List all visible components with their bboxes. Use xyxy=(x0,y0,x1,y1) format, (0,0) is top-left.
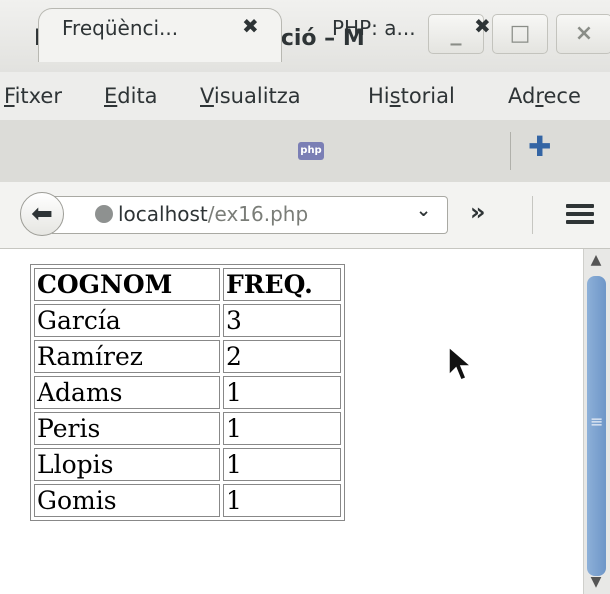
tab-frequencia-label: Freqüènci... xyxy=(62,16,179,40)
back-button[interactable]: ⬅ xyxy=(20,192,64,236)
cell-freq: 1 xyxy=(223,376,341,409)
tab-frequencia-close-icon[interactable]: ✖ xyxy=(242,14,259,38)
table-row: Peris 1 xyxy=(34,412,341,445)
cell-cognom: Ramírez xyxy=(34,340,220,373)
scroll-up-icon[interactable]: ▲ xyxy=(588,252,604,268)
toolbar-separator xyxy=(532,196,533,234)
url-path: /ex16.php xyxy=(207,202,309,226)
url-host: localhost xyxy=(118,202,208,226)
scrollbar-grip-icon: ≡ xyxy=(590,412,604,431)
url-dropdown-icon[interactable]: ⌄ xyxy=(416,200,431,221)
cell-freq: 3 xyxy=(223,304,341,337)
url-text[interactable]: localhost/ex16.php xyxy=(118,202,308,226)
cell-freq: 1 xyxy=(223,484,341,517)
cell-cognom: Adams xyxy=(34,376,220,409)
menu-adreces[interactable]: Adrece xyxy=(508,84,581,108)
tab-php-label[interactable]: PHP: a... xyxy=(332,16,416,40)
cell-cognom: Peris xyxy=(34,412,220,445)
header-cognom: COGNOM xyxy=(34,268,220,301)
frequency-table: COGNOM FREQ. García 3 Ramírez 2 Adams 1 … xyxy=(30,264,345,521)
menu-visualitza[interactable]: Visualitza xyxy=(200,84,301,108)
menu-edita[interactable]: Edita xyxy=(104,84,158,108)
table-row: Adams 1 xyxy=(34,376,341,409)
cell-cognom: Gomis xyxy=(34,484,220,517)
cell-freq: 2 xyxy=(223,340,341,373)
site-identity-icon[interactable] xyxy=(95,205,113,223)
cell-cognom: Llopis xyxy=(34,448,220,481)
header-freq: FREQ. xyxy=(223,268,341,301)
table-row: Llopis 1 xyxy=(34,448,341,481)
cell-freq: 1 xyxy=(223,448,341,481)
table-header-row: COGNOM FREQ. xyxy=(34,268,341,301)
menu-historial[interactable]: Historial xyxy=(368,84,455,108)
new-tab-button[interactable]: ✚ xyxy=(528,130,551,163)
tab-php-close-icon[interactable]: ✖ xyxy=(474,14,491,38)
cell-cognom: García xyxy=(34,304,220,337)
mouse-pointer-icon xyxy=(448,345,474,381)
scroll-down-icon[interactable]: ▼ xyxy=(588,574,604,590)
cell-freq: 1 xyxy=(223,412,341,445)
menu-fitxer[interactable]: Fitxer xyxy=(4,84,62,108)
table-row: Ramírez 2 xyxy=(34,340,341,373)
tab-separator xyxy=(510,132,511,170)
menu-hamburger-icon[interactable] xyxy=(566,204,594,224)
table-row: Gomis 1 xyxy=(34,484,341,517)
table-row: García 3 xyxy=(34,304,341,337)
maximize-button[interactable]: □ xyxy=(492,14,548,54)
toolbar-overflow-button[interactable]: » xyxy=(470,198,486,226)
close-window-button[interactable]: × xyxy=(556,14,610,54)
page-content: COGNOM FREQ. García 3 Ramírez 2 Adams 1 … xyxy=(0,249,583,594)
php-icon: php xyxy=(298,142,324,160)
menu-bar: Fitxer Edita Visualitza Historial Adrece xyxy=(0,72,610,121)
